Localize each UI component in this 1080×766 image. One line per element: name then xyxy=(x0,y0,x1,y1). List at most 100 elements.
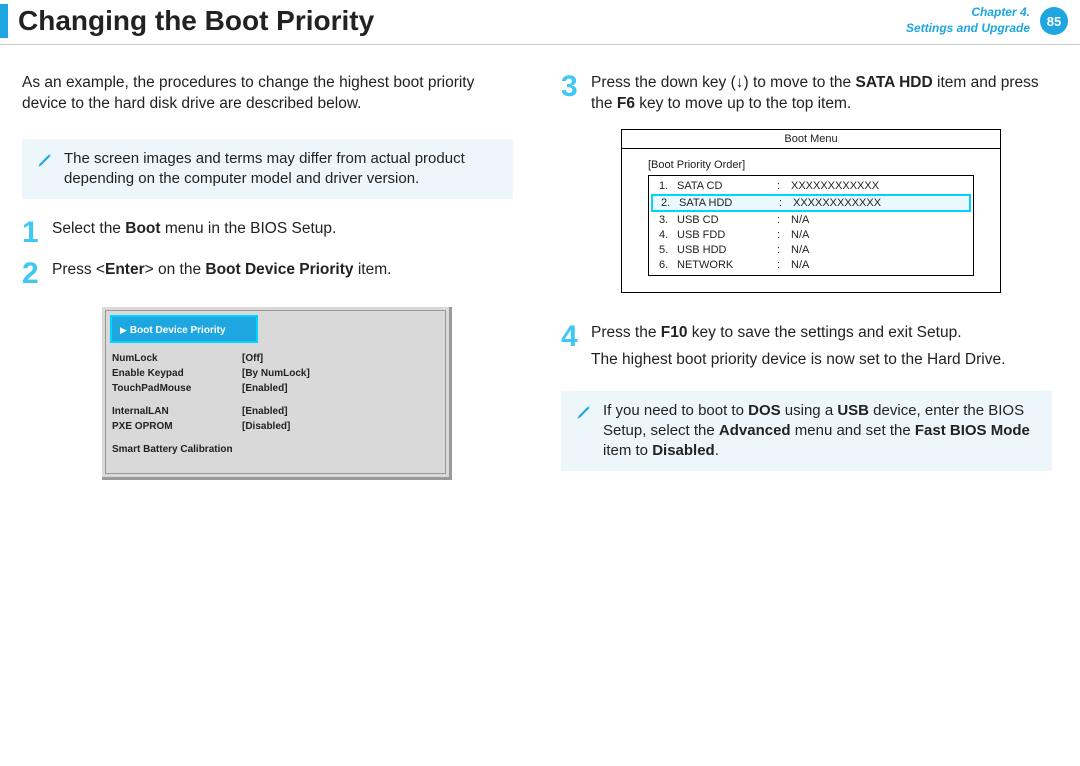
device: SATA HDD xyxy=(679,197,779,209)
info-note-2: If you need to boot to DOS using a USB d… xyxy=(561,391,1052,472)
step-4: 4 Press the F10 key to save the settings… xyxy=(561,323,1052,377)
accent-bar xyxy=(0,4,8,38)
step-number: 1 xyxy=(22,219,42,246)
note-text: The screen images and terms may differ f… xyxy=(64,149,499,190)
bold: USB xyxy=(837,402,869,419)
bios-inner: ▶Boot Device Priority NumLock[Off] Enabl… xyxy=(105,310,446,474)
t: item. xyxy=(354,261,392,278)
right-column: 3 Press the down key (↓) to move to the … xyxy=(561,73,1052,491)
step-4-text: Press the F10 key to save the settings a… xyxy=(591,323,1005,377)
bios-setup-panel: ▶Boot Device Priority NumLock[Off] Enabl… xyxy=(102,307,452,480)
boot-menu-panel: Boot Menu [Boot Priority Order] 1.SATA C… xyxy=(621,129,1001,293)
t: . xyxy=(715,442,719,459)
device: SATA CD xyxy=(677,180,777,192)
note-icon xyxy=(36,151,54,169)
val: N/A xyxy=(791,214,809,226)
bios-rows: NumLock[Off] Enable Keypad[By NumLock] T… xyxy=(106,349,445,473)
step-number: 2 xyxy=(22,260,42,287)
boot-item: 5.USB HDD:N/A xyxy=(655,243,967,257)
val: N/A xyxy=(791,229,809,241)
label: Enable Keypad xyxy=(112,366,242,381)
device: NETWORK xyxy=(677,259,777,271)
value: [Enabled] xyxy=(242,381,288,396)
sep: : xyxy=(777,244,791,256)
t: key to move up to the top item. xyxy=(635,95,851,112)
bios-row: TouchPadMouse[Enabled] xyxy=(112,381,439,396)
page-header: Changing the Boot Priority Chapter 4. Se… xyxy=(0,0,1080,45)
header-right: Chapter 4. Settings and Upgrade 85 xyxy=(906,5,1068,36)
bios-row: InternalLAN[Enabled] xyxy=(112,404,439,419)
boot-priority-order-label: [Boot Priority Order] xyxy=(648,159,974,171)
bios-row: Smart Battery Calibration xyxy=(112,442,439,457)
val: N/A xyxy=(791,244,809,256)
device: USB HDD xyxy=(677,244,777,256)
chapter-label: Chapter 4. Settings and Upgrade xyxy=(906,5,1030,36)
bold: F6 xyxy=(617,95,635,112)
idx: 5. xyxy=(659,244,677,256)
bold: Fast BIOS Mode xyxy=(915,422,1030,439)
step-1: 1 Select the Boot menu in the BIOS Setup… xyxy=(22,219,513,246)
t: Press the down key (↓) to move to the xyxy=(591,74,855,91)
value: [Enabled] xyxy=(242,404,288,419)
boot-item-highlighted: 2.SATA HDD:XXXXXXXXXXXX xyxy=(651,194,971,212)
sep: : xyxy=(777,214,791,226)
t: menu in the BIOS Setup. xyxy=(161,220,337,237)
bold: DOS xyxy=(748,402,781,419)
page-title: Changing the Boot Priority xyxy=(18,5,374,37)
bold: Disabled xyxy=(652,442,715,459)
step-3-text: Press the down key (↓) to move to the SA… xyxy=(591,73,1052,115)
page-number-badge: 85 xyxy=(1040,7,1068,35)
step-number: 3 xyxy=(561,73,581,100)
bold: Boot Device Priority xyxy=(205,261,353,278)
intro-text: As an example, the procedures to change … xyxy=(22,73,513,115)
caret-icon: ▶ xyxy=(120,325,127,335)
note-icon xyxy=(575,403,593,421)
t: The highest boot priority device is now … xyxy=(591,350,1005,371)
boot-menu-title: Boot Menu xyxy=(622,130,1000,149)
device: USB CD xyxy=(677,214,777,226)
idx: 3. xyxy=(659,214,677,226)
idx: 2. xyxy=(661,197,679,209)
bios-row: Enable Keypad[By NumLock] xyxy=(112,366,439,381)
header-left: Changing the Boot Priority xyxy=(0,4,374,38)
bios-boot-priority-item: ▶Boot Device Priority xyxy=(110,315,258,343)
label: Smart Battery Calibration xyxy=(112,442,233,457)
t: > on the xyxy=(145,261,206,278)
chapter-line1: Chapter 4. xyxy=(906,5,1030,21)
bold: SATA HDD xyxy=(855,74,932,91)
chapter-line2: Settings and Upgrade xyxy=(906,21,1030,37)
sep: : xyxy=(777,259,791,271)
note-text: If you need to boot to DOS using a USB d… xyxy=(603,401,1038,462)
bios-header-text: Boot Device Priority xyxy=(130,325,226,336)
bold: F10 xyxy=(661,324,688,341)
value: [Off] xyxy=(242,351,263,366)
t: key to save the settings and exit Setup. xyxy=(688,324,962,341)
boot-order-list: 1.SATA CD:XXXXXXXXXXXX 2.SATA HDD:XXXXXX… xyxy=(648,175,974,276)
t: using a xyxy=(781,402,838,419)
left-column: As an example, the procedures to change … xyxy=(22,73,513,491)
val: XXXXXXXXXXXX xyxy=(793,197,881,209)
bold: Boot xyxy=(125,220,160,237)
idx: 1. xyxy=(659,180,677,192)
boot-item: 3.USB CD:N/A xyxy=(655,213,967,227)
content-area: As an example, the procedures to change … xyxy=(0,45,1080,491)
bold: Enter xyxy=(105,261,145,278)
boot-item: 1.SATA CD:XXXXXXXXXXXX xyxy=(655,179,967,193)
sep: : xyxy=(779,197,793,209)
step-number: 4 xyxy=(561,323,581,350)
value: [By NumLock] xyxy=(242,366,310,381)
idx: 4. xyxy=(659,229,677,241)
step-1-text: Select the Boot menu in the BIOS Setup. xyxy=(52,219,336,240)
boot-item: 6.NETWORK:N/A xyxy=(655,258,967,272)
step-2-text: Press <Enter> on the Boot Device Priorit… xyxy=(52,260,391,281)
sep: : xyxy=(777,229,791,241)
device: USB FDD xyxy=(677,229,777,241)
idx: 6. xyxy=(659,259,677,271)
t: menu and set the xyxy=(791,422,915,439)
bios-row: PXE OPROM[Disabled] xyxy=(112,419,439,434)
label: NumLock xyxy=(112,351,242,366)
info-note-1: The screen images and terms may differ f… xyxy=(22,139,513,200)
bold: Advanced xyxy=(719,422,791,439)
label: PXE OPROM xyxy=(112,419,242,434)
step-3: 3 Press the down key (↓) to move to the … xyxy=(561,73,1052,115)
